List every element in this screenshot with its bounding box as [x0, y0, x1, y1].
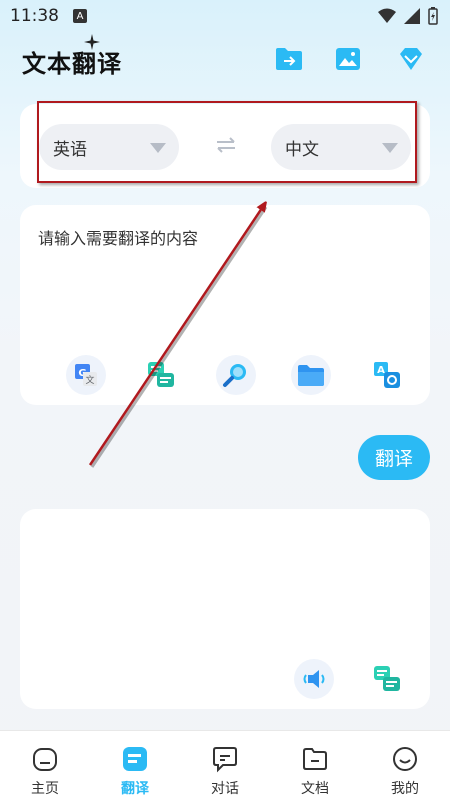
- nav-item-translate[interactable]: 翻译: [90, 731, 180, 800]
- text-chat-button[interactable]: [141, 355, 181, 395]
- nav-label-translate: 翻译: [121, 781, 149, 797]
- wifi-icon: [378, 8, 396, 23]
- home-icon: [33, 748, 57, 771]
- image-translate-icon: A: [374, 362, 400, 388]
- chat-icon: [213, 747, 237, 773]
- svg-text:A: A: [377, 365, 385, 376]
- annotation-highlight-box: [37, 101, 417, 183]
- magnifier-icon: [223, 364, 246, 387]
- chat-bubbles-icon: [148, 362, 174, 387]
- google-translate-icon: G 文: [75, 364, 97, 386]
- nav-label-documents: 文档: [301, 781, 329, 797]
- output-chat-button[interactable]: [367, 659, 407, 699]
- status-bar: 11:38 A: [0, 0, 450, 32]
- translation-output: [38, 529, 408, 649]
- file-import-icon[interactable]: [274, 46, 304, 72]
- status-time: 11:38: [10, 6, 59, 26]
- image-translate-button[interactable]: A: [367, 355, 407, 395]
- sparkle-icon: [84, 34, 100, 50]
- translate-button[interactable]: 翻译: [358, 435, 430, 480]
- nav-item-documents[interactable]: 文档: [270, 731, 360, 800]
- battery-icon: [428, 7, 438, 25]
- notification-icon: A: [73, 9, 87, 23]
- diamond-vip-icon[interactable]: [396, 46, 426, 72]
- smiley-icon: [393, 747, 417, 771]
- search-lookup-button[interactable]: [216, 355, 256, 395]
- nav-label-profile: 我的: [391, 781, 419, 797]
- output-card: [20, 509, 430, 709]
- status-icons: [378, 7, 438, 25]
- bottom-nav: 主页 翻译 对话 文档 我的: [0, 730, 450, 800]
- translate-doc-icon: [123, 747, 147, 771]
- speak-output-button[interactable]: [294, 659, 334, 699]
- nav-item-profile[interactable]: 我的: [360, 731, 450, 800]
- nav-label-home: 主页: [31, 781, 59, 797]
- source-text-input[interactable]: [38, 225, 408, 335]
- app-header: 文本翻译: [0, 34, 450, 82]
- svg-text:文: 文: [85, 374, 94, 386]
- signal-icon: [404, 8, 420, 24]
- page-title: 文本翻译: [22, 50, 122, 78]
- folder-icon: [298, 365, 324, 386]
- chat-bubbles-icon: [374, 666, 400, 691]
- nav-label-dialogue: 对话: [211, 781, 239, 797]
- open-folder-button[interactable]: [291, 355, 331, 395]
- nav-item-dialogue[interactable]: 对话: [180, 731, 270, 800]
- image-icon[interactable]: [333, 46, 363, 72]
- folder-icon: [303, 748, 327, 770]
- speaker-icon: [303, 670, 325, 688]
- google-translate-button[interactable]: G 文: [66, 355, 106, 395]
- nav-item-home[interactable]: 主页: [0, 731, 90, 800]
- input-card: G 文 A: [20, 205, 430, 405]
